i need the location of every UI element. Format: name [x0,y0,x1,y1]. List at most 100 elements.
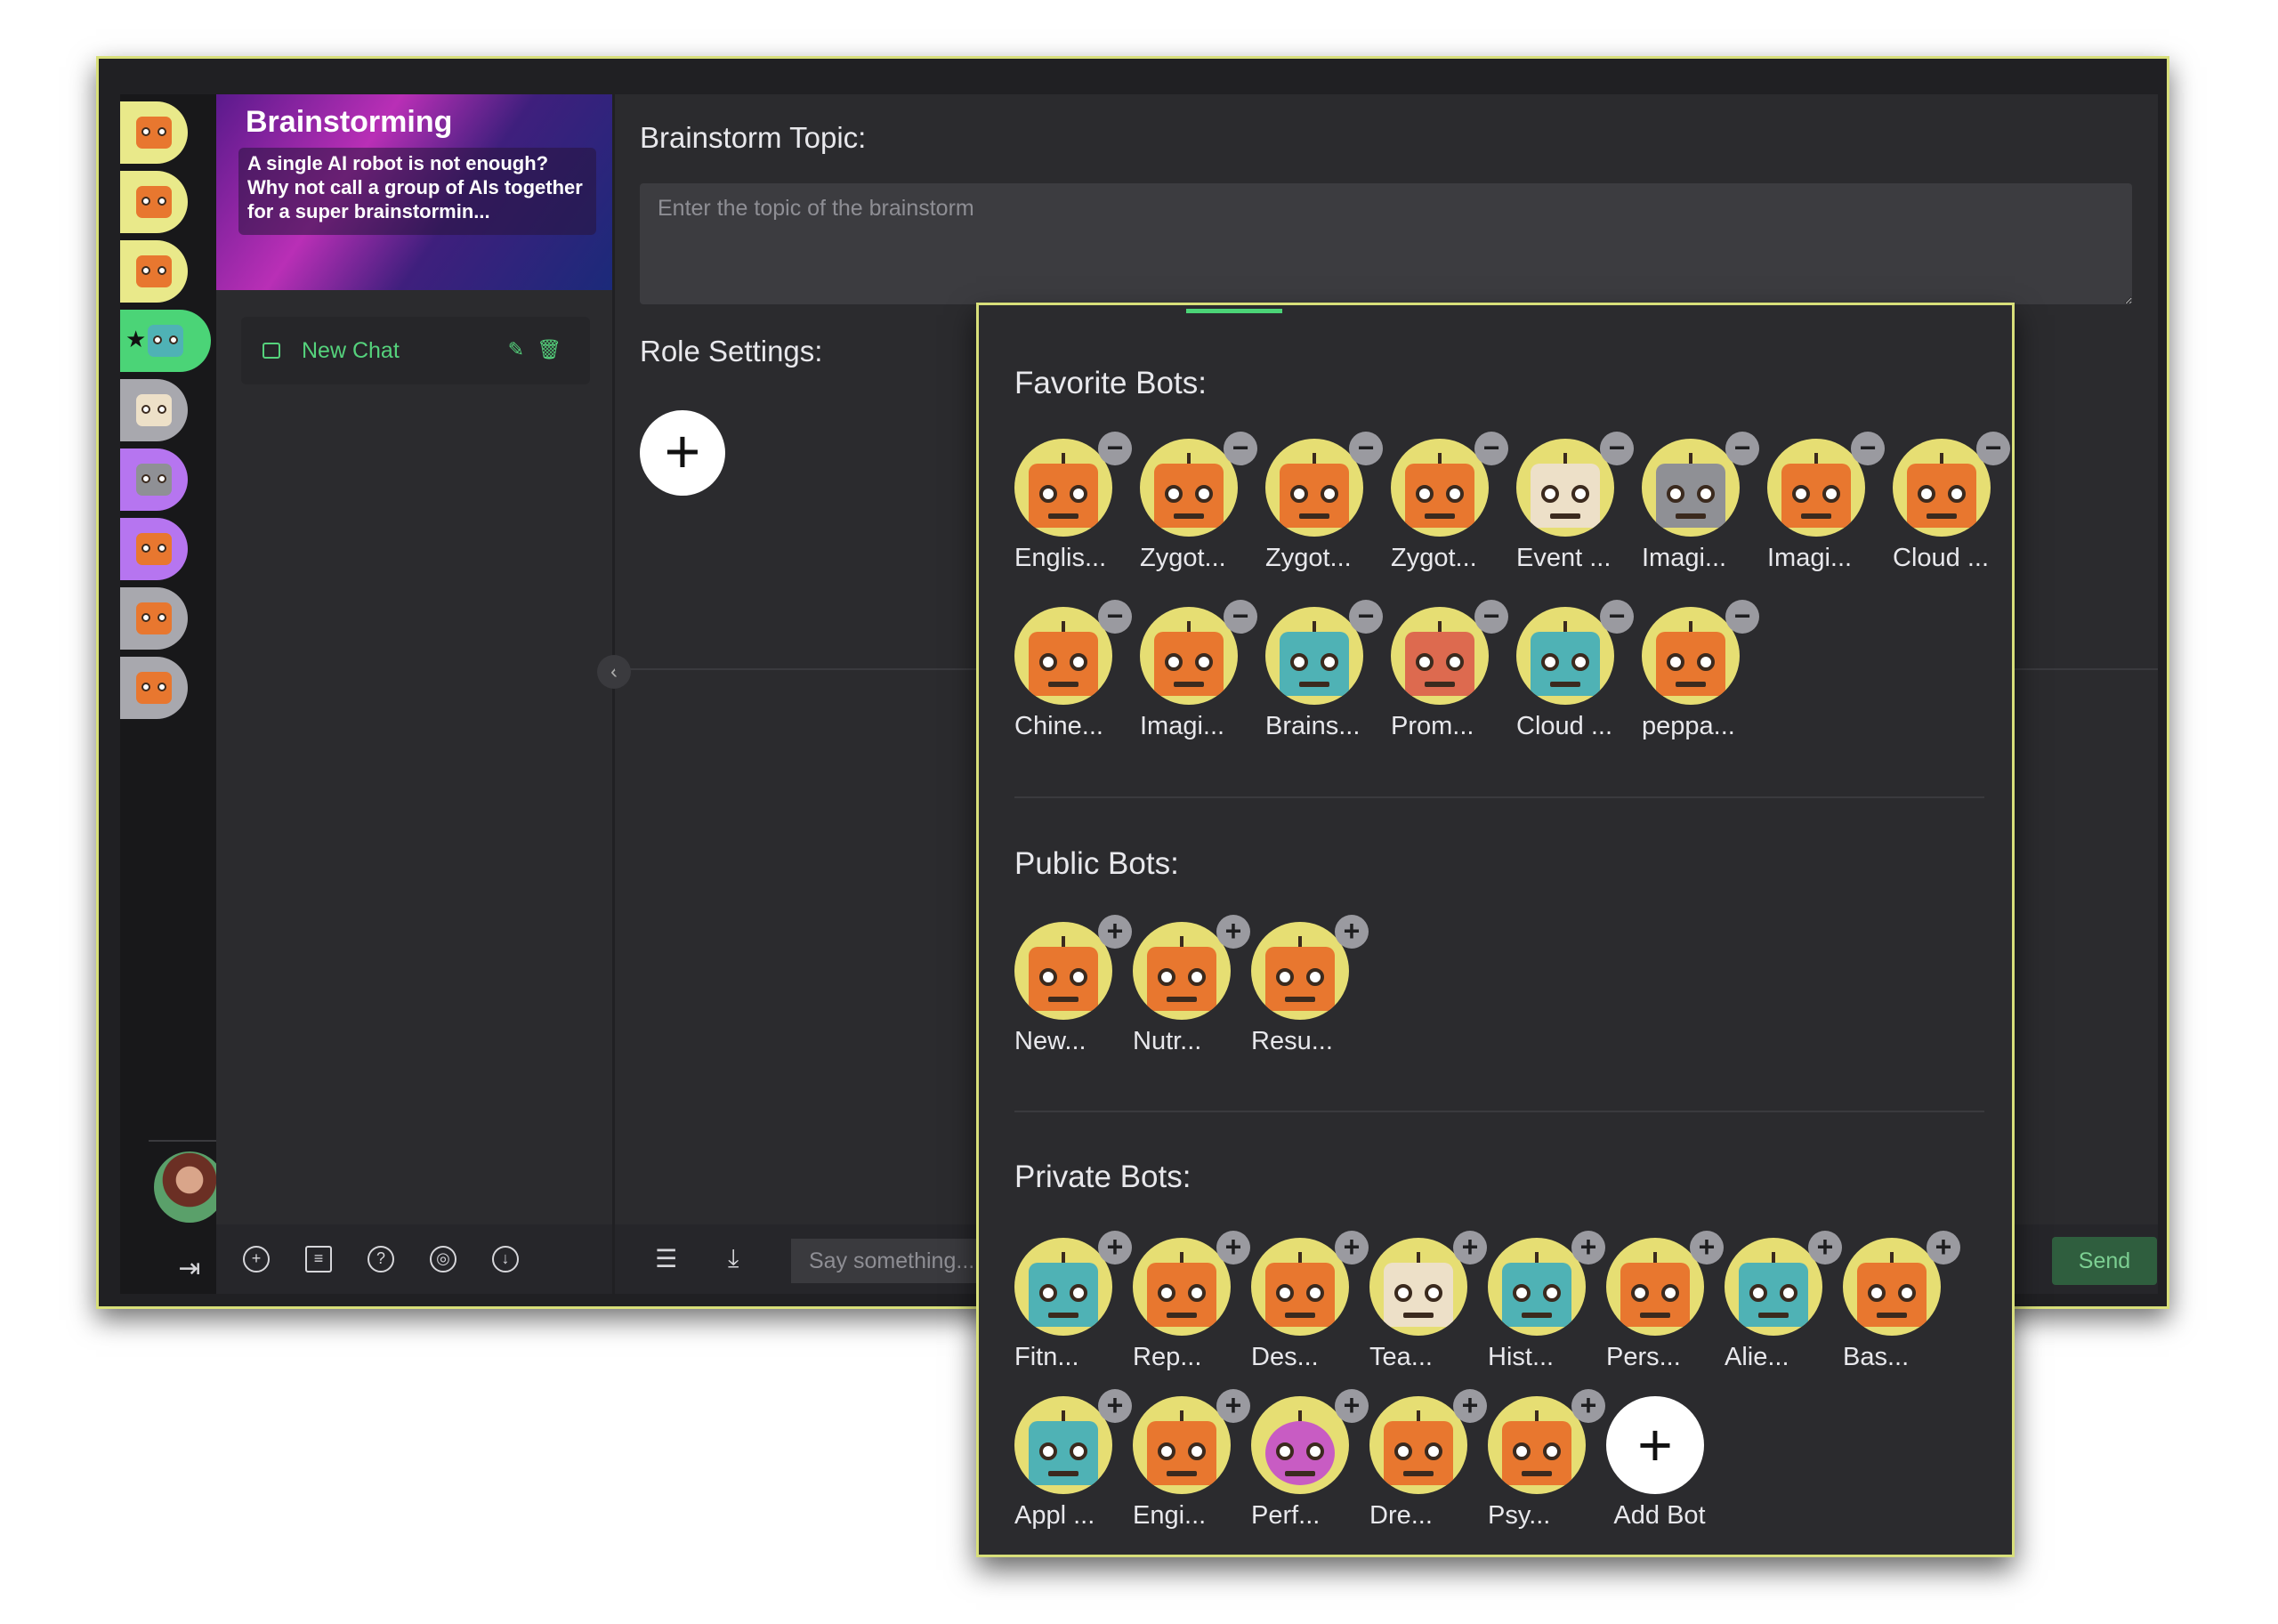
settings-list-icon[interactable]: ☰ [655,1244,677,1273]
favorite-bot-item[interactable]: − Imagi... [1642,432,1759,581]
chat-list-item[interactable]: New Chat ✎🗑 [241,317,590,384]
private-bot-item[interactable]: + Alie... [1725,1231,1842,1380]
send-button[interactable]: Send [2052,1237,2157,1285]
bot-avatar [1516,607,1614,705]
remove-icon[interactable]: − [1976,432,2010,465]
bot-avatar [1642,607,1740,705]
bot-avatar [1843,1238,1941,1336]
bot-name: Nutr... [1133,1027,1202,1055]
bot-avatar [1488,1396,1586,1494]
favorite-bot-item[interactable]: − Prom... [1391,600,1508,749]
favorite-bot-item[interactable]: − Cloud ... [1516,600,1634,749]
private-bot-item[interactable]: + Engi... [1133,1389,1250,1539]
add-icon[interactable]: + [1216,1231,1250,1264]
remove-icon[interactable]: − [1349,432,1383,465]
add-icon[interactable]: + [1453,1231,1487,1264]
collapse-sidebar-icon[interactable]: ‹ [597,655,631,689]
remove-icon[interactable]: − [1349,600,1383,634]
sidebar-bot-6[interactable] [120,518,188,580]
robot-face-icon [1384,1252,1453,1327]
add-icon[interactable]: + [1571,1231,1605,1264]
add-icon[interactable]: + [1098,915,1132,949]
favorite-bot-item[interactable]: − Imagi... [1767,432,1885,581]
sidebar-bot-3[interactable]: ★ [120,310,211,372]
remove-icon[interactable]: − [1725,432,1759,465]
trash-icon[interactable]: 🗑 [537,338,574,360]
favorite-bot-item[interactable]: − Chine... [1014,600,1132,749]
add-icon[interactable]: + [1216,1389,1250,1423]
favorite-bot-item[interactable]: − Imagi... [1140,600,1257,749]
remove-icon[interactable]: − [1098,600,1132,634]
sidebar-bot-7[interactable] [120,587,188,650]
favorite-bot-item[interactable]: − Event ... [1516,432,1634,581]
favorite-bot-item[interactable]: − peppa... [1642,600,1759,749]
private-bot-item[interactable]: + Dre... [1369,1389,1487,1539]
sidebar-bot-5[interactable] [120,448,188,511]
favorite-bot-item[interactable]: − Englis... [1014,432,1132,581]
star-icon: ★ [125,326,147,352]
add-icon[interactable]: + [1808,1231,1842,1264]
private-bot-item[interactable]: + Bas... [1843,1231,1960,1380]
robot-face-icon [1280,453,1349,528]
add-icon[interactable]: + [1216,915,1250,949]
remove-icon[interactable]: − [1224,600,1257,634]
public-bot-item[interactable]: + Resu... [1251,915,1369,1064]
tab-indicator [1186,309,1282,313]
favorite-bot-item[interactable]: − Zygot... [1391,432,1508,581]
add-icon[interactable]: + [1335,1389,1369,1423]
add-icon[interactable]: + [1453,1389,1487,1423]
remove-icon[interactable]: − [1725,600,1759,634]
private-bot-item[interactable]: + Fitn... [1014,1231,1132,1380]
remove-icon[interactable]: − [1600,432,1634,465]
bot-name: Des... [1251,1343,1319,1371]
add-icon[interactable]: + [1927,1231,1960,1264]
camera-icon[interactable]: ◎ [430,1246,456,1273]
add-icon[interactable]: + [1335,1231,1369,1264]
remove-icon[interactable]: − [1098,432,1132,465]
public-bot-item[interactable]: + Nutr... [1133,915,1250,1064]
add-icon[interactable]: + [1335,915,1369,949]
private-bot-item[interactable]: + Pers... [1606,1231,1724,1380]
public-bots-title: Public Bots: [1014,846,1179,881]
bot-avatar [1642,439,1740,537]
private-bot-item[interactable]: + Hist... [1488,1231,1605,1380]
favorite-bot-item[interactable]: − Zygot... [1140,432,1257,581]
private-bot-item[interactable]: + Des... [1251,1231,1369,1380]
download-cloud-icon[interactable]: ↓ [492,1246,519,1273]
add-role-button[interactable]: + [640,410,725,496]
add-icon[interactable]: + [1098,1231,1132,1264]
sidebar-bot-1[interactable] [120,171,188,233]
add-icon[interactable]: + [1571,1389,1605,1423]
sidebar-bot-0[interactable] [120,101,188,164]
remove-icon[interactable]: − [1600,600,1634,634]
sidebar-bot-4[interactable] [120,379,188,441]
add-icon[interactable]: + [1690,1231,1724,1264]
robot-face-icon [1857,1252,1927,1327]
private-bot-item[interactable]: + Perf... [1251,1389,1369,1539]
private-bot-item[interactable]: + Psy... [1488,1389,1605,1539]
favorite-bot-item[interactable]: − Cloud ... [1893,432,2010,581]
remove-icon[interactable]: − [1224,432,1257,465]
add-chat-icon[interactable]: + [243,1246,270,1273]
public-bot-item[interactable]: + New... [1014,915,1132,1064]
remove-icon[interactable]: − [1474,600,1508,634]
favorite-bot-item[interactable]: − Brains... [1265,600,1383,749]
bot-name: Brains... [1265,712,1361,740]
bot-avatar-icon [136,255,172,287]
edit-icon[interactable]: ✎ [508,338,537,360]
download-icon[interactable]: ⤓ [728,1244,739,1273]
add-bot-button[interactable]: + Add Bot [1606,1396,1722,1539]
topic-input[interactable] [640,183,2132,304]
add-icon[interactable]: + [1098,1389,1132,1423]
private-bot-item[interactable]: + Appl ... [1014,1389,1132,1539]
sidebar-bot-2[interactable] [120,240,188,303]
private-bot-item[interactable]: + Rep... [1133,1231,1250,1380]
sidebar-bot-8[interactable] [120,657,188,719]
document-icon[interactable]: ≡ [305,1246,332,1273]
remove-icon[interactable]: − [1851,432,1885,465]
private-bot-item[interactable]: + Tea... [1369,1231,1487,1380]
bot-name: Resu... [1251,1027,1333,1055]
help-icon[interactable]: ? [368,1246,394,1273]
remove-icon[interactable]: − [1474,432,1508,465]
favorite-bot-item[interactable]: − Zygot... [1265,432,1383,581]
